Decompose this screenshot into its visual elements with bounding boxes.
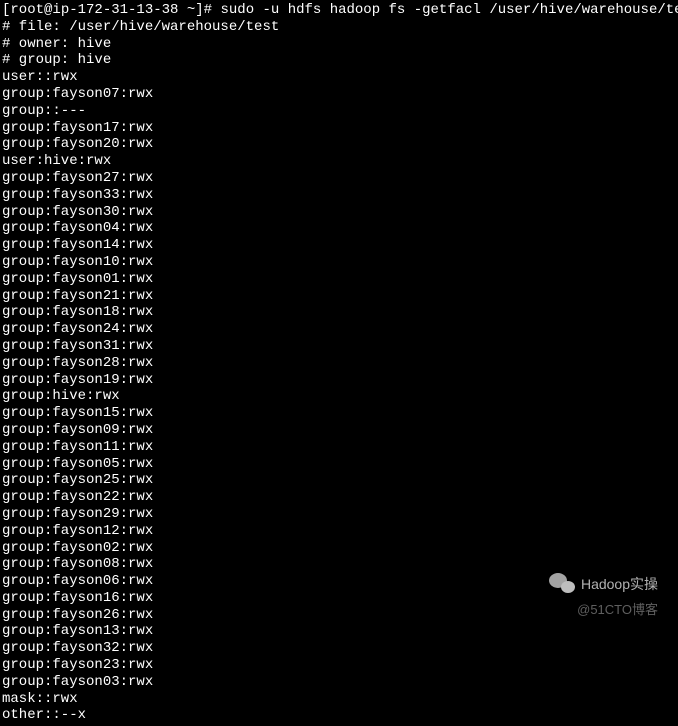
watermark-wechat-text: Hadoop实操 xyxy=(581,576,658,593)
command-text: sudo -u hdfs hadoop fs -getfacl /user/hi… xyxy=(220,2,678,18)
output-line: # owner: hive xyxy=(2,36,676,53)
watermark-51cto: @51CTO博客 xyxy=(577,602,658,618)
output-line: mask::rwx xyxy=(2,691,676,708)
output-line: group:fayson17:rwx xyxy=(2,120,676,137)
output-line: group:fayson13:rwx xyxy=(2,623,676,640)
output-line: group:fayson24:rwx xyxy=(2,321,676,338)
output-line: group:fayson02:rwx xyxy=(2,540,676,557)
output-line: group:fayson05:rwx xyxy=(2,456,676,473)
output-line: group:fayson18:rwx xyxy=(2,304,676,321)
output-line: group:fayson10:rwx xyxy=(2,254,676,271)
output-line: group:fayson12:rwx xyxy=(2,523,676,540)
output-line: group:fayson20:rwx xyxy=(2,136,676,153)
output-line: group:fayson23:rwx xyxy=(2,657,676,674)
output-line: group:fayson15:rwx xyxy=(2,405,676,422)
output-line: # group: hive xyxy=(2,52,676,69)
output-line: user::rwx xyxy=(2,69,676,86)
output-line: group:fayson09:rwx xyxy=(2,422,676,439)
prompt-user: root xyxy=(10,2,44,18)
output-line: group:fayson11:rwx xyxy=(2,439,676,456)
output-line: group:hive:rwx xyxy=(2,388,676,405)
output-line: group:fayson32:rwx xyxy=(2,640,676,657)
wechat-icon xyxy=(549,573,575,595)
prompt-host: ip-172-31-13-38 xyxy=(52,2,178,18)
output-line: group:fayson03:rwx xyxy=(2,674,676,691)
output-line: group::--- xyxy=(2,103,676,120)
output-line: group:fayson25:rwx xyxy=(2,472,676,489)
output-line: group:fayson14:rwx xyxy=(2,237,676,254)
output-line: group:fayson08:rwx xyxy=(2,556,676,573)
output-line: group:fayson30:rwx xyxy=(2,204,676,221)
output-line: # file: /user/hive/warehouse/test xyxy=(2,19,676,36)
output-line: group:fayson19:rwx xyxy=(2,372,676,389)
output-line: group:fayson21:rwx xyxy=(2,288,676,305)
prompt-line: [root@ip-172-31-13-38 ~]# sudo -u hdfs h… xyxy=(2,2,676,19)
output-line: group:fayson07:rwx xyxy=(2,86,676,103)
output-line: group:fayson29:rwx xyxy=(2,506,676,523)
output-line: group:fayson27:rwx xyxy=(2,170,676,187)
output-line: other::--x xyxy=(2,707,676,724)
output-line: group:fayson26:rwx xyxy=(2,607,676,624)
watermark-wechat: Hadoop实操 xyxy=(549,573,658,595)
output-line: group:fayson04:rwx xyxy=(2,220,676,237)
output-line: group:fayson31:rwx xyxy=(2,338,676,355)
watermark-51cto-text: @51CTO博客 xyxy=(577,602,658,617)
output-line: user:hive:rwx xyxy=(2,153,676,170)
prompt-symbol: # xyxy=(204,2,212,18)
output-line: group:fayson28:rwx xyxy=(2,355,676,372)
output-line: group:fayson33:rwx xyxy=(2,187,676,204)
output-line: group:fayson01:rwx xyxy=(2,271,676,288)
prompt-path: ~ xyxy=(187,2,195,18)
output-line: group:fayson22:rwx xyxy=(2,489,676,506)
